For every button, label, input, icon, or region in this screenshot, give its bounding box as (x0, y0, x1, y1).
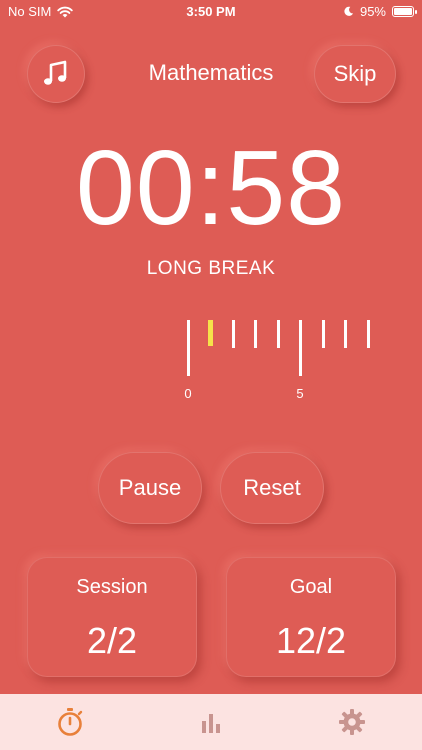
goal-value: 12/2 (275, 620, 347, 661)
ruler-tick-5 (299, 320, 302, 376)
bar-chart-icon (202, 714, 220, 733)
ruler-tick-8 (367, 320, 370, 348)
ruler-tick-7 (344, 320, 347, 348)
status-right: 95% (343, 4, 417, 19)
session-label: Session (76, 576, 148, 598)
battery-icon (392, 6, 417, 17)
skip-button[interactable]: Skip (314, 45, 396, 103)
moon-icon (344, 6, 354, 16)
ruler-tick-0 (187, 320, 190, 376)
ruler-tick-2 (232, 320, 235, 348)
ruler-tick-4 (277, 320, 280, 348)
tab-settings[interactable] (281, 694, 422, 750)
battery-percent: 95% (359, 4, 386, 19)
session-card: Session 2/2 (27, 557, 197, 677)
gear-icon (338, 709, 365, 735)
ruler-tick-6 (322, 320, 325, 348)
tab-timer[interactable] (0, 694, 141, 750)
goal-label: Goal (289, 576, 333, 598)
timer-display: 00:58 (75, 129, 347, 247)
session-value: 2/2 (86, 620, 138, 661)
tab-bar (0, 694, 422, 750)
stopwatch-icon (58, 708, 83, 736)
ruler-label-mid: 5 (296, 386, 304, 401)
ruler-current-marker (208, 320, 213, 346)
phase-label: LONG BREAK (146, 258, 276, 279)
reset-button[interactable]: Reset (220, 452, 324, 524)
pause-button[interactable]: Pause (98, 452, 202, 524)
goal-card[interactable]: Goal 12/2 (226, 557, 396, 677)
ruler-label-start: 0 (184, 386, 192, 401)
tab-stats[interactable] (141, 694, 282, 750)
ruler-tick-3 (254, 320, 257, 348)
status-bar: No SIM 3:50 PM 95% (0, 0, 422, 24)
